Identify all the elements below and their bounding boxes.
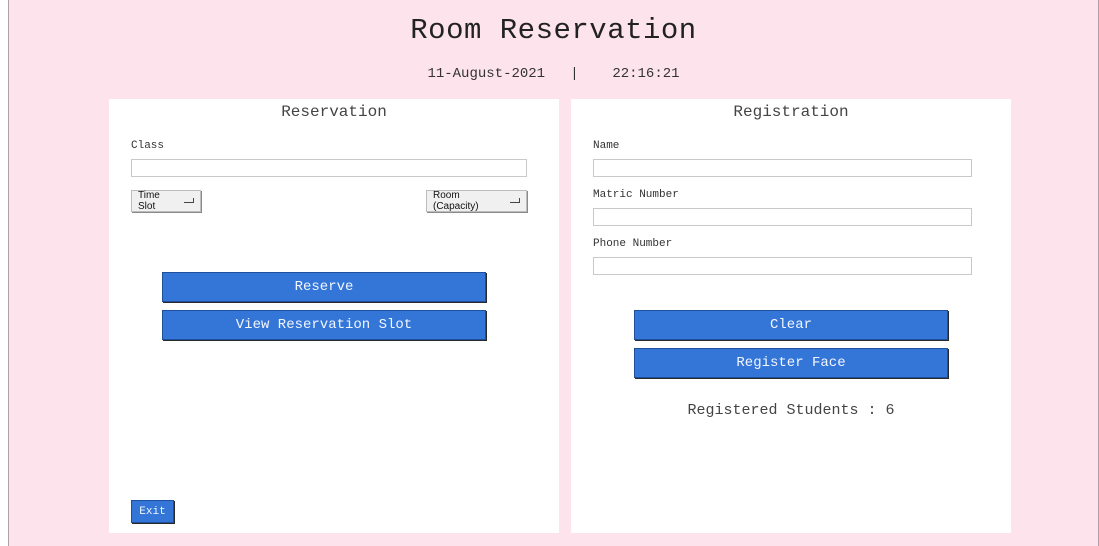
class-label: Class [131, 140, 165, 152]
register-face-button[interactable]: Register Face [634, 348, 948, 378]
current-time: 22:16:21 [612, 66, 680, 82]
matric-number-input[interactable] [593, 208, 972, 226]
time-slot-label: Time Slot [138, 190, 160, 212]
registration-title: Registration [733, 103, 849, 121]
current-date: 11-August-2021 [427, 66, 546, 82]
reservation-title: Reservation [281, 103, 387, 121]
room-capacity-menu[interactable]: Room (Capacity) [426, 190, 527, 212]
registration-panel: Registration Name Matric Number Phone Nu… [571, 99, 1011, 533]
menu-indicator-icon [509, 197, 520, 203]
time-slot-menu[interactable]: Time Slot [131, 190, 201, 212]
date-time-display: 11-August-2021 | 22:16:21 [9, 66, 1098, 82]
name-label: Name [593, 140, 620, 152]
page-title: Room Reservation [410, 14, 697, 47]
exit-button[interactable]: Exit [131, 500, 174, 523]
registered-students-count: Registered Students : 6 [687, 402, 895, 419]
view-reservation-slot-button[interactable]: View Reservation Slot [162, 310, 486, 340]
reservation-panel: Reservation Class Time Slot Room (Capaci… [109, 99, 559, 533]
class-input[interactable] [131, 159, 527, 177]
app-window: Room Reservation 11-August-2021 | 22:16:… [8, 0, 1099, 546]
room-capacity-label: Room (Capacity) [433, 190, 479, 212]
clear-button[interactable]: Clear [634, 310, 948, 340]
reserve-button[interactable]: Reserve [162, 272, 486, 302]
phone-number-label: Phone Number [593, 238, 673, 250]
name-input[interactable] [593, 159, 972, 177]
date-time-separator: | [570, 66, 579, 82]
phone-number-input[interactable] [593, 257, 972, 275]
menu-indicator-icon [183, 197, 194, 203]
matric-number-label: Matric Number [593, 189, 679, 201]
